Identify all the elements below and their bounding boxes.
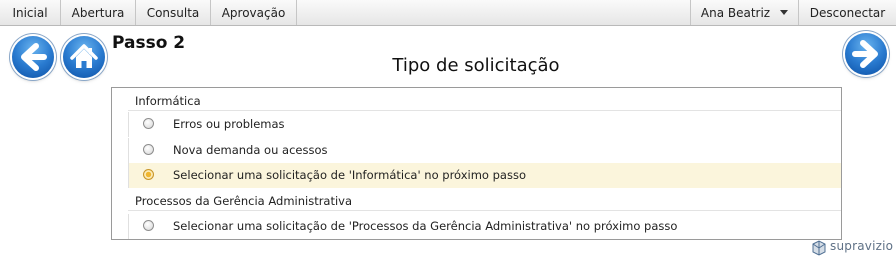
radio-button[interactable]	[143, 118, 154, 129]
option-nova-demanda[interactable]: Nova demanda ou acessos	[128, 138, 841, 163]
step-label: Passo 2	[112, 33, 186, 53]
option-erros-problemas[interactable]: Erros ou problemas	[128, 112, 841, 137]
radio-button[interactable]	[143, 220, 154, 231]
group-label-processos: Processos da Gerência Administrativa	[135, 194, 353, 208]
user-menu[interactable]: Ana Beatriz	[690, 0, 798, 25]
brand-name: supravizio	[830, 239, 894, 253]
page-title: Tipo de solicitação	[392, 55, 560, 76]
nav-abertura[interactable]: Abertura	[61, 0, 136, 25]
divider	[128, 110, 841, 111]
group-label-informatica: Informática	[135, 94, 201, 108]
top-nav-bar: Inicial Abertura Consulta Aprovação Ana …	[0, 0, 896, 26]
option-selecionar-processos[interactable]: Selecionar uma solicitação de 'Processos…	[128, 214, 841, 239]
nav-inicial[interactable]: Inicial	[0, 0, 61, 25]
next-button[interactable]	[845, 33, 887, 75]
divider	[128, 210, 841, 211]
radio-button[interactable]	[143, 144, 154, 155]
option-label: Erros ou problemas	[173, 117, 285, 131]
nav-aprovacao[interactable]: Aprovação	[211, 0, 297, 25]
arrow-right-icon	[852, 40, 878, 68]
chevron-down-icon	[780, 10, 789, 15]
logout-link[interactable]: Desconectar	[798, 0, 896, 25]
request-type-panel: Informática Erros ou problemas Nova dema…	[111, 87, 842, 240]
option-label: Selecionar uma solicitação de 'Processos…	[173, 219, 678, 233]
user-name: Ana Beatriz	[700, 6, 771, 20]
radio-button-selected[interactable]	[143, 169, 154, 180]
option-label: Nova demanda ou acessos	[173, 143, 328, 157]
option-label: Selecionar uma solicitação de 'Informáti…	[173, 168, 526, 182]
option-selecionar-informatica[interactable]: Selecionar uma solicitação de 'Informáti…	[128, 163, 841, 188]
nav-consulta[interactable]: Consulta	[136, 0, 211, 25]
brand-logo-icon	[811, 240, 827, 256]
